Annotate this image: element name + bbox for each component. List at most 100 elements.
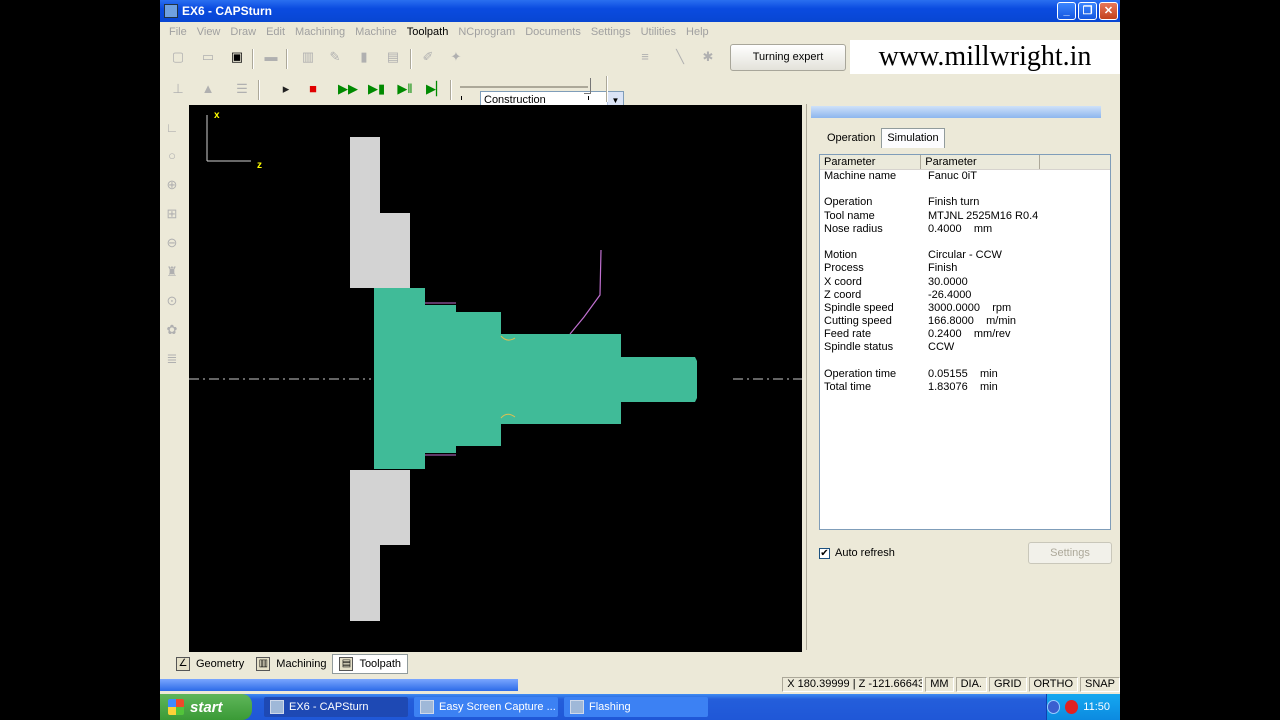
param-value: 1.83076 min — [928, 381, 998, 393]
sim-setup-icon[interactable]: ⊥ — [170, 81, 186, 97]
toolbar-separator — [258, 80, 260, 100]
menu-draw[interactable]: Draw — [225, 26, 261, 38]
task-flashing[interactable]: Flashing — [564, 697, 708, 717]
menu-utilities[interactable]: Utilities — [636, 26, 681, 38]
param-value: 3000.0000 rpm — [928, 301, 1012, 314]
fixture-icon[interactable]: ▮ — [356, 49, 372, 65]
menu-edit[interactable]: Edit — [261, 26, 290, 38]
layers-icon[interactable]: ≡ — [637, 49, 653, 65]
print-icon[interactable]: ▬ — [263, 49, 279, 65]
table-row: Cutting speed 166.8000 m/min — [820, 315, 1110, 328]
antivirus-icon[interactable] — [1065, 700, 1079, 714]
menu-ncprogram[interactable]: NCprogram — [453, 26, 520, 38]
zoom-icon[interactable]: ○ — [164, 148, 180, 164]
menu-help[interactable]: Help — [681, 26, 714, 38]
grid-header: Parameter Parameter — [820, 155, 1110, 170]
param-value — [922, 236, 1036, 249]
measure-icon[interactable]: ╲ — [672, 49, 688, 65]
param-name: X coord — [824, 275, 862, 288]
task-label: EX6 - CAPSturn — [289, 701, 369, 713]
step-tool-icon[interactable]: ▶▮ — [368, 81, 385, 97]
stop-icon[interactable]: ■ — [305, 81, 321, 97]
menu-machining[interactable]: Machining — [290, 26, 350, 38]
simulation-canvas[interactable]: x z — [189, 105, 802, 652]
step-single-icon[interactable]: ▶▏ — [426, 81, 446, 97]
fast-forward-icon[interactable]: ▶▶ — [338, 81, 358, 97]
menu-toolpath[interactable]: Toolpath — [402, 26, 454, 38]
lathe-simulation-drawing: x z — [189, 110, 802, 621]
snap-toggle[interactable]: SNAP — [1080, 677, 1120, 692]
turning-expert-button[interactable]: Turning expert — [730, 44, 846, 71]
draw-line-icon[interactable]: ∟ — [164, 120, 180, 136]
param-name: Spindle speed — [824, 301, 894, 314]
pan-icon[interactable]: ⊞ — [164, 206, 180, 222]
auto-refresh-checkbox[interactable]: ✔ — [819, 548, 830, 559]
play-icon[interactable]: ▸ — [278, 81, 294, 97]
task-screen-capture[interactable]: Easy Screen Capture ... — [414, 697, 558, 717]
settings-tool-icon[interactable]: ✿ — [164, 322, 180, 338]
back-arrow-icon[interactable] — [1047, 700, 1061, 714]
ortho-toggle[interactable]: ORTHO — [1028, 677, 1079, 692]
chart-icon[interactable]: ▤ — [385, 49, 401, 65]
menu-file[interactable]: File — [164, 26, 192, 38]
tab-toolpath[interactable]: ▤ Toolpath — [332, 654, 409, 674]
zoom-out-icon[interactable]: ⊖ — [164, 235, 180, 251]
progress-bar — [160, 679, 519, 691]
step-operation-icon[interactable]: ▶‖ — [397, 81, 413, 97]
close-button[interactable]: ✕ — [1099, 2, 1118, 20]
new-file-icon[interactable]: ▢ — [170, 49, 186, 65]
simulation-toolbar: ⊥ ▲ ☰ ▸ ■ ▶▶ ▶▮ ▶‖ ▶▏ — [160, 76, 1120, 102]
tool-holder-icon[interactable]: ♜ — [164, 264, 180, 280]
zoom-fit-icon[interactable]: ⊙ — [164, 293, 180, 309]
sim-list-icon[interactable]: ☰ — [234, 81, 250, 97]
tab-simulation[interactable]: Simulation — [881, 128, 945, 148]
table-row: Motion Circular - CCW — [820, 249, 1110, 262]
sim-tool-icon[interactable]: ▲ — [200, 81, 216, 97]
start-label: start — [190, 698, 223, 716]
list-icon[interactable]: ≣ — [164, 351, 180, 367]
param-value — [922, 183, 1036, 196]
minimize-button[interactable]: _ — [1057, 2, 1076, 20]
toolbar-separator — [252, 49, 254, 69]
speed-slider[interactable] — [460, 86, 588, 88]
dia-toggle[interactable]: DIA. — [955, 677, 987, 692]
edit-icon[interactable]: ✐ — [420, 49, 436, 65]
table-row: Total time 1.83076 min — [820, 381, 1110, 394]
clock: 11:50 — [1083, 701, 1110, 713]
menu-machine[interactable]: Machine — [350, 26, 402, 38]
machine-icon[interactable]: ▥ — [300, 49, 316, 65]
tab-geometry[interactable]: ∠ Geometry — [170, 654, 250, 674]
param-name — [820, 355, 922, 368]
param-name: Process — [824, 262, 864, 275]
maximize-button[interactable]: ❐ — [1078, 2, 1097, 20]
settings-button[interactable]: Settings — [1028, 542, 1112, 564]
table-row: Feed rate 0.2400 mm/rev — [820, 328, 1110, 341]
wrench-icon[interactable]: ✱ — [700, 49, 716, 65]
task-capsturn[interactable]: EX6 - CAPSturn — [264, 697, 408, 717]
param-value: MTJNL 2525M16 R0.4 — [928, 209, 1039, 222]
tab-operation[interactable]: Operation — [821, 128, 881, 148]
column-header[interactable]: Parameter — [820, 155, 922, 169]
z-axis-label: z — [257, 160, 262, 171]
speed-slider-thumb[interactable] — [584, 78, 591, 94]
menu-view[interactable]: View — [192, 26, 226, 38]
menu-documents[interactable]: Documents — [520, 26, 586, 38]
tool-icon[interactable]: ✎ — [327, 49, 343, 65]
menu-settings[interactable]: Settings — [586, 26, 636, 38]
open-folder-icon[interactable]: ▭ — [200, 49, 216, 65]
table-row: Machine name Fanuc 0iT — [820, 170, 1110, 183]
zoom-window-icon[interactable]: ⊕ — [164, 177, 180, 193]
grid-toggle[interactable]: GRID — [989, 677, 1027, 692]
chuck-jaw-upper-inner — [350, 213, 410, 288]
param-value — [922, 355, 1036, 368]
left-toolbar: ∟ ○ ⊕ ⊞ ⊖ ♜ ⊙ ✿ ≣ — [160, 106, 188, 652]
column-header[interactable]: Parameter — [921, 155, 1041, 169]
table-row — [820, 236, 1110, 249]
tab-machining[interactable]: ▥ Machining — [250, 654, 332, 674]
toolbar-separator — [286, 49, 288, 69]
panel-header-bar — [811, 106, 1101, 118]
save-icon[interactable]: ▣ — [229, 49, 245, 65]
wizard-icon[interactable]: ✦ — [448, 49, 464, 65]
coordinate-readout: X 180.39999 | Z -121.66643 — [782, 677, 924, 692]
start-button[interactable]: start — [160, 694, 252, 720]
